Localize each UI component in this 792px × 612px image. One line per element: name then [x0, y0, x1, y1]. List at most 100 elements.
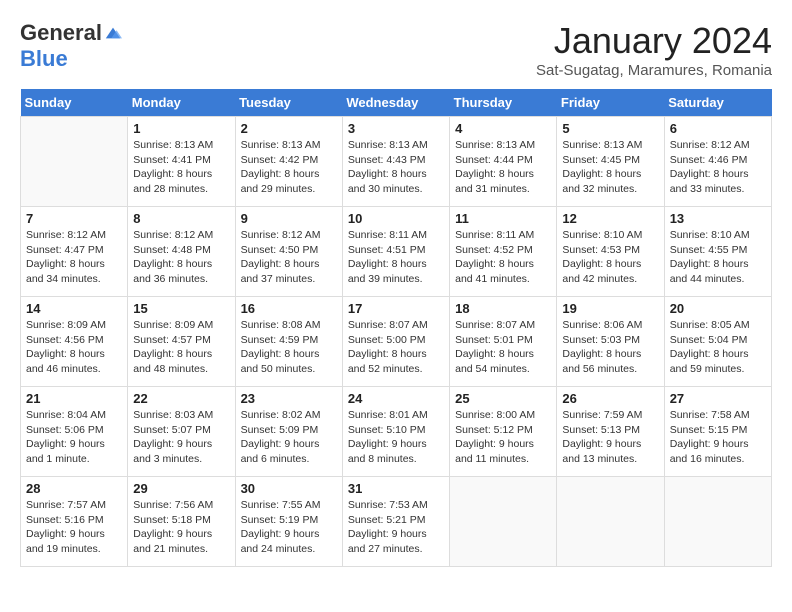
day-number: 3 [348, 121, 444, 136]
calendar-day-cell: 16 Sunrise: 8:08 AMSunset: 4:59 PMDayligh… [235, 297, 342, 387]
day-info: Sunrise: 8:05 AMSunset: 5:04 PMDaylight:… [670, 318, 766, 377]
logo-blue-text: Blue [20, 46, 68, 71]
day-info: Sunrise: 8:09 AMSunset: 4:56 PMDaylight:… [26, 318, 122, 377]
calendar-day-cell: 30Sunrise: 7:55 AMSunset: 5:19 PMDayligh… [235, 477, 342, 567]
calendar-day-cell: 15 Sunrise: 8:09 AMSunset: 4:57 PMDayligh… [128, 297, 235, 387]
calendar-day-cell: 17 Sunrise: 8:07 AMSunset: 5:00 PMDayligh… [342, 297, 449, 387]
calendar-day-cell: 24 Sunrise: 8:01 AMSunset: 5:10 PMDayligh… [342, 387, 449, 477]
day-info: Sunrise: 7:53 AMSunset: 5:21 PMDaylight:… [348, 498, 444, 557]
calendar-day-cell: 5 Sunrise: 8:13 AMSunset: 4:45 PMDaylight… [557, 117, 664, 207]
day-info: Sunrise: 7:57 AMSunset: 5:16 PMDaylight:… [26, 498, 122, 557]
day-number: 28 [26, 481, 122, 496]
day-of-week-header: Tuesday [235, 89, 342, 117]
calendar-day-cell: 27 Sunrise: 7:58 AMSunset: 5:15 PMDayligh… [664, 387, 771, 477]
calendar-day-cell: 19 Sunrise: 8:06 AMSunset: 5:03 PMDayligh… [557, 297, 664, 387]
day-info: Sunrise: 8:12 AMSunset: 4:47 PMDaylight:… [26, 228, 122, 287]
day-number: 5 [562, 121, 658, 136]
calendar-day-cell: 4 Sunrise: 8:13 AMSunset: 4:44 PMDaylight… [450, 117, 557, 207]
calendar-week-row: 21 Sunrise: 8:04 AMSunset: 5:06 PMDayligh… [21, 387, 772, 477]
day-number: 16 [241, 301, 337, 316]
calendar-day-cell: 21 Sunrise: 8:04 AMSunset: 5:06 PMDayligh… [21, 387, 128, 477]
calendar-day-cell [664, 477, 771, 567]
day-number: 8 [133, 211, 229, 226]
day-info: Sunrise: 8:07 AMSunset: 5:00 PMDaylight:… [348, 318, 444, 377]
logo-general-text: General [20, 20, 102, 46]
calendar-day-cell: 6 Sunrise: 8:12 AMSunset: 4:46 PMDaylight… [664, 117, 771, 207]
day-info: Sunrise: 8:12 AMSunset: 4:46 PMDaylight:… [670, 138, 766, 197]
day-info: Sunrise: 8:13 AMSunset: 4:45 PMDaylight:… [562, 138, 658, 197]
calendar-table: SundayMondayTuesdayWednesdayThursdayFrid… [20, 89, 772, 567]
day-number: 23 [241, 391, 337, 406]
day-info: Sunrise: 8:04 AMSunset: 5:06 PMDaylight:… [26, 408, 122, 467]
calendar-day-cell: 29Sunrise: 7:56 AMSunset: 5:18 PMDayligh… [128, 477, 235, 567]
calendar-day-cell: 22Sunrise: 8:03 AMSunset: 5:07 PMDayligh… [128, 387, 235, 477]
calendar-day-cell: 28 Sunrise: 7:57 AMSunset: 5:16 PMDayligh… [21, 477, 128, 567]
day-number: 9 [241, 211, 337, 226]
day-info: Sunrise: 8:13 AMSunset: 4:44 PMDaylight:… [455, 138, 551, 197]
calendar-day-cell [21, 117, 128, 207]
calendar-day-cell: 3 Sunrise: 8:13 AMSunset: 4:43 PMDaylight… [342, 117, 449, 207]
day-info: Sunrise: 8:03 AMSunset: 5:07 PMDaylight:… [133, 408, 229, 467]
calendar-day-cell: 13 Sunrise: 8:10 AMSunset: 4:55 PMDayligh… [664, 207, 771, 297]
day-number: 12 [562, 211, 658, 226]
day-number: 31 [348, 481, 444, 496]
calendar-day-cell: 9 Sunrise: 8:12 AMSunset: 4:50 PMDaylight… [235, 207, 342, 297]
day-number: 21 [26, 391, 122, 406]
calendar-day-cell: 31 Sunrise: 7:53 AMSunset: 5:21 PMDayligh… [342, 477, 449, 567]
day-number: 24 [348, 391, 444, 406]
day-of-week-header: Thursday [450, 89, 557, 117]
calendar-day-cell: 23Sunrise: 8:02 AMSunset: 5:09 PMDayligh… [235, 387, 342, 477]
day-info: Sunrise: 7:58 AMSunset: 5:15 PMDaylight:… [670, 408, 766, 467]
calendar-day-cell: 14Sunrise: 8:09 AMSunset: 4:56 PMDayligh… [21, 297, 128, 387]
location-subtitle: Sat-Sugatag, Maramures, Romania [536, 62, 772, 79]
day-number: 11 [455, 211, 551, 226]
day-info: Sunrise: 8:01 AMSunset: 5:10 PMDaylight:… [348, 408, 444, 467]
calendar-week-row: 28 Sunrise: 7:57 AMSunset: 5:16 PMDayligh… [21, 477, 772, 567]
day-info: Sunrise: 8:06 AMSunset: 5:03 PMDaylight:… [562, 318, 658, 377]
day-number: 1 [133, 121, 229, 136]
calendar-day-cell: 7 Sunrise: 8:12 AMSunset: 4:47 PMDaylight… [21, 207, 128, 297]
calendar-day-cell: 26 Sunrise: 7:59 AMSunset: 5:13 PMDayligh… [557, 387, 664, 477]
calendar-day-cell: 10Sunrise: 8:11 AMSunset: 4:51 PMDayligh… [342, 207, 449, 297]
calendar-day-cell: 11 Sunrise: 8:11 AMSunset: 4:52 PMDayligh… [450, 207, 557, 297]
day-number: 26 [562, 391, 658, 406]
day-info: Sunrise: 8:10 AMSunset: 4:53 PMDaylight:… [562, 228, 658, 287]
day-info: Sunrise: 8:13 AMSunset: 4:43 PMDaylight:… [348, 138, 444, 197]
day-number: 19 [562, 301, 658, 316]
day-number: 6 [670, 121, 766, 136]
day-number: 25 [455, 391, 551, 406]
logo-icon [104, 24, 122, 42]
calendar-week-row: 7 Sunrise: 8:12 AMSunset: 4:47 PMDaylight… [21, 207, 772, 297]
day-info: Sunrise: 8:08 AMSunset: 4:59 PMDaylight:… [241, 318, 337, 377]
day-info: Sunrise: 8:12 AMSunset: 4:48 PMDaylight:… [133, 228, 229, 287]
month-title: January 2024 [536, 20, 772, 62]
day-info: Sunrise: 8:07 AMSunset: 5:01 PMDaylight:… [455, 318, 551, 377]
calendar-header-row: SundayMondayTuesdayWednesdayThursdayFrid… [21, 89, 772, 117]
calendar-day-cell: 25 Sunrise: 8:00 AMSunset: 5:12 PMDayligh… [450, 387, 557, 477]
day-info: Sunrise: 7:56 AMSunset: 5:18 PMDaylight:… [133, 498, 229, 557]
day-info: Sunrise: 8:12 AMSunset: 4:50 PMDaylight:… [241, 228, 337, 287]
day-number: 15 [133, 301, 229, 316]
day-of-week-header: Sunday [21, 89, 128, 117]
day-of-week-header: Monday [128, 89, 235, 117]
calendar-day-cell [557, 477, 664, 567]
day-info: Sunrise: 8:13 AMSunset: 4:41 PMDaylight:… [133, 138, 229, 197]
day-number: 4 [455, 121, 551, 136]
day-info: Sunrise: 7:55 AMSunset: 5:19 PMDaylight:… [241, 498, 337, 557]
day-info: Sunrise: 8:10 AMSunset: 4:55 PMDaylight:… [670, 228, 766, 287]
day-number: 13 [670, 211, 766, 226]
day-info: Sunrise: 7:59 AMSunset: 5:13 PMDaylight:… [562, 408, 658, 467]
day-info: Sunrise: 8:09 AMSunset: 4:57 PMDaylight:… [133, 318, 229, 377]
day-info: Sunrise: 8:00 AMSunset: 5:12 PMDaylight:… [455, 408, 551, 467]
day-number: 17 [348, 301, 444, 316]
day-number: 20 [670, 301, 766, 316]
day-info: Sunrise: 8:11 AMSunset: 4:51 PMDaylight:… [348, 228, 444, 287]
day-number: 27 [670, 391, 766, 406]
calendar-day-cell [450, 477, 557, 567]
day-number: 18 [455, 301, 551, 316]
calendar-day-cell: 20 Sunrise: 8:05 AMSunset: 5:04 PMDayligh… [664, 297, 771, 387]
title-block: January 2024 Sat-Sugatag, Maramures, Rom… [536, 20, 772, 79]
day-number: 7 [26, 211, 122, 226]
day-info: Sunrise: 8:11 AMSunset: 4:52 PMDaylight:… [455, 228, 551, 287]
day-number: 2 [241, 121, 337, 136]
